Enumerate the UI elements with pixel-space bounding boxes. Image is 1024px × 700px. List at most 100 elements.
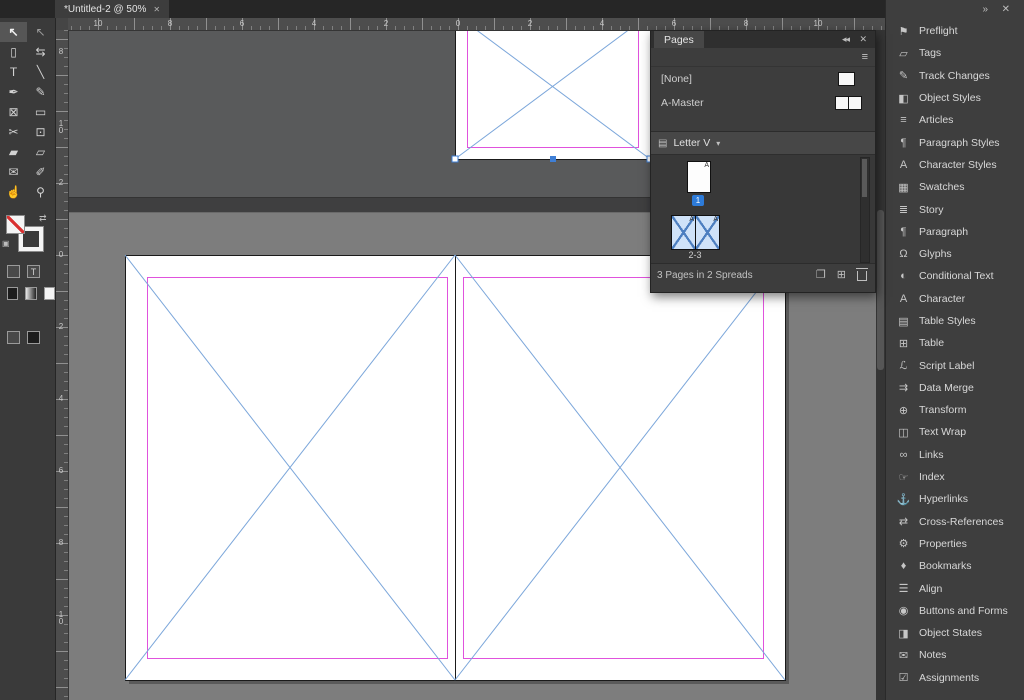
dock-panel-label: Track Changes [919, 69, 990, 82]
type-tool-icon: T [9, 65, 18, 79]
dock-panel-buttons-and-forms[interactable]: ◉ Buttons and Forms [886, 600, 1024, 622]
gradient-feather-tool[interactable]: ▱ [27, 142, 54, 162]
dock-panel-bookmarks[interactable]: ♦ Bookmarks [886, 555, 1024, 577]
h-ruler-number: 2 [383, 19, 389, 28]
dock-panel-conditional-text[interactable]: ◐ Conditional Text [886, 265, 1024, 287]
document-tab[interactable]: *Untitled-2 @ 50% ✕ [55, 0, 170, 18]
apply-color-button[interactable] [7, 287, 19, 300]
character-styles-icon: A [899, 158, 908, 171]
panel-dock: » ✕ ⚑ Preflight ▱ Tags ✎ Track Changes ◧ Object… [885, 0, 1024, 700]
swap-fill-stroke-icon[interactable]: ⇄ [39, 213, 47, 224]
character-icon: A [899, 292, 908, 305]
tab-close-icon[interactable]: ✕ [153, 5, 160, 14]
new-page-icon[interactable]: ⊞ [837, 268, 846, 281]
dock-panel-label: Paragraph [919, 225, 969, 238]
dock-expand-icon[interactable]: » [982, 4, 988, 15]
apply-row [0, 287, 55, 300]
dock-panel-swatches[interactable]: ▦ Swatches [886, 176, 1024, 198]
vertical-ruler[interactable]: 8 1 0 2 0 2 4 6 8 1 0 [55, 30, 69, 700]
fill-swatch[interactable] [6, 215, 25, 234]
panel-collapse-icon[interactable]: ◂◂ [842, 34, 850, 45]
spread-2-3-thumbnail[interactable]: A A [671, 215, 720, 250]
eyedropper-tool[interactable]: ✐ [27, 162, 54, 182]
selection-tool[interactable]: ↖ [0, 22, 27, 42]
dock-panel-glyphs[interactable]: Ω Glyphs [886, 243, 1024, 265]
panel-close-icon[interactable]: ✕ [859, 34, 867, 45]
page-1-thumbnail[interactable]: A [687, 161, 711, 193]
master-none-thumbnail[interactable] [838, 72, 855, 86]
hand-tool[interactable]: ☝ [0, 182, 27, 202]
dock-panel-character-styles[interactable]: A Character Styles [886, 154, 1024, 176]
dock-panel-text-wrap[interactable]: ◫ Text Wrap [886, 421, 1024, 443]
zoom-tool-icon: ⚲ [36, 185, 45, 199]
panel-menu-icon[interactable]: ≡ [862, 51, 868, 63]
dock-panel-transform[interactable]: ⊕ Transform [886, 399, 1024, 421]
pen-tool[interactable]: ✒ [0, 82, 27, 102]
assignments-icon: ☑ [898, 672, 909, 685]
free-transform-tool[interactable]: ⊡ [27, 122, 54, 142]
gap-tool[interactable]: ⇆ [27, 42, 54, 62]
master-a-row[interactable]: A-Master [651, 91, 875, 115]
edit-spread-icon[interactable]: ❐ [816, 268, 826, 281]
preview-screen-mode-button[interactable] [27, 331, 40, 344]
dock-panel-story[interactable]: ≣ Story [886, 198, 1024, 220]
dock-panel-character[interactable]: A Character [886, 288, 1024, 310]
pages-scrollbar-thumb[interactable] [862, 159, 867, 197]
formatting-affects-text-button[interactable]: T [27, 265, 40, 278]
dock-panel-preflight[interactable]: ⚑ Preflight [886, 20, 1024, 42]
dock-panel-tags[interactable]: ▱ Tags [886, 42, 1024, 64]
master-none-row[interactable]: [None] [651, 67, 875, 91]
line-tool[interactable]: ╲ [27, 62, 54, 82]
default-fill-stroke-icon[interactable]: ▣ [2, 239, 10, 248]
dock-panel-hyperlinks[interactable]: ⚓ Hyperlinks [886, 488, 1024, 510]
pages-panel-tab[interactable]: Pages [654, 31, 704, 48]
dock-panel-align[interactable]: ☰ Align [886, 577, 1024, 599]
page-tool[interactable]: ▯ [0, 42, 27, 62]
dock-panel-label: Notes [919, 649, 947, 662]
dock-panel-script-label[interactable]: ℒ Script Label [886, 354, 1024, 376]
dock-panel-object-styles[interactable]: ◧ Object Styles [886, 87, 1024, 109]
dock-panel-table[interactable]: ⊞ Table [886, 332, 1024, 354]
dock-panel-links[interactable]: ∞ Links [886, 444, 1024, 466]
dock-panel-index[interactable]: ☞ Index [886, 466, 1024, 488]
dock-panel-cross-references[interactable]: ⇄ Cross-References [886, 511, 1024, 533]
formatting-affects-container-button[interactable] [7, 265, 20, 278]
normal-screen-mode-button[interactable] [7, 331, 20, 344]
pages-scrollbar[interactable] [860, 157, 870, 263]
dock-panel-object-states[interactable]: ◨ Object States [886, 622, 1024, 644]
rectangle-tool[interactable]: ▭ [27, 102, 54, 122]
pencil-tool[interactable]: ✎ [27, 82, 54, 102]
gradient-swatch-tool[interactable]: ▰ [0, 142, 27, 162]
delete-page-icon[interactable] [856, 268, 868, 281]
apply-gradient-button[interactable] [25, 287, 37, 300]
pages-status-text: 3 Pages in 2 Spreads [657, 270, 753, 281]
note-tool[interactable]: ✉ [0, 162, 27, 182]
direct-selection-tool[interactable]: ↖ [27, 22, 54, 42]
align-icon: ☰ [898, 583, 909, 596]
dock-panel-assignments[interactable]: ☑ Assignments [886, 667, 1024, 689]
dock-panel-properties[interactable]: ⚙ Properties [886, 533, 1024, 555]
type-tool[interactable]: T [0, 62, 27, 82]
dock-panel-label: Glyphs [919, 248, 952, 261]
vertical-scrollbar-thumb[interactable] [877, 210, 884, 370]
dock-panel-paragraph[interactable]: ¶ Paragraph [886, 221, 1024, 243]
h-ruler-number: 10 [813, 19, 823, 28]
apply-none-button[interactable] [43, 287, 55, 300]
vertical-scrollbar[interactable] [876, 30, 885, 700]
scissors-tool[interactable]: ✂ [0, 122, 27, 142]
dock-panel-track-changes[interactable]: ✎ Track Changes [886, 65, 1024, 87]
master-letter: A [704, 162, 709, 169]
dock-close-icon[interactable]: ✕ [1002, 4, 1010, 15]
master-a-thumbnail[interactable] [835, 96, 862, 110]
zoom-tool[interactable]: ⚲ [27, 182, 54, 202]
pages-panel-menu-row: ≡ [651, 48, 875, 67]
page-size-preset[interactable]: ▤ Letter V ▾ [651, 132, 875, 155]
dock-panel-table-styles[interactable]: ▤ Table Styles [886, 310, 1024, 332]
dock-panel-data-merge[interactable]: ⇉ Data Merge [886, 377, 1024, 399]
v-ruler-number: 1 0 [58, 610, 64, 626]
dock-panel-articles[interactable]: ≡ Articles [886, 109, 1024, 131]
dock-panel-label: Conditional Text [919, 270, 994, 283]
dock-panel-notes[interactable]: ✉ Notes [886, 644, 1024, 666]
dock-panel-paragraph-styles[interactable]: ¶ Paragraph Styles [886, 131, 1024, 153]
rectangle-frame-tool[interactable]: ⊠ [0, 102, 27, 122]
